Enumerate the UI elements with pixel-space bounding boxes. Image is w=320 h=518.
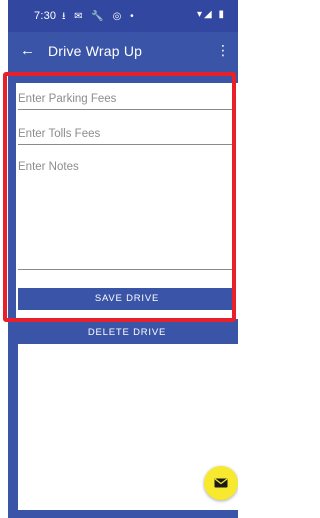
more-vertical-icon[interactable]: ⋮ (216, 42, 230, 59)
page-title: Drive Wrap Up (48, 43, 143, 59)
arrow-left-icon[interactable]: ← (20, 42, 35, 59)
status-time: 7:30 (34, 10, 57, 22)
phone-screen: 7:30 ⭳ ✉ 🔧 ◎ • ▾◢ ▮ ← Drive Wrap Up ⋮ SA… (0, 0, 246, 518)
compose-fab-button[interactable] (204, 466, 238, 500)
bottom-bar (16, 510, 246, 518)
status-notification-icons: ⭳ ✉ 🔧 ◎ • (62, 11, 137, 22)
parking-fees-input[interactable] (18, 91, 236, 110)
delete-drive-button[interactable]: DELETE DRIVE (16, 324, 238, 342)
tolls-fees-input[interactable] (18, 126, 236, 145)
frame-left (0, 0, 8, 518)
status-system-icons: ▾◢ ▮ (197, 9, 226, 20)
notes-input[interactable] (18, 161, 236, 270)
app-bar: ← Drive Wrap Up ⋮ (8, 32, 238, 72)
drive-wrapup-form: SAVE DRIVE (16, 83, 238, 319)
app-screen: 7:30 ⭳ ✉ 🔧 ◎ • ▾◢ ▮ ← Drive Wrap Up ⋮ SA… (8, 0, 246, 518)
status-bar: 7:30 ⭳ ✉ 🔧 ◎ • ▾◢ ▮ (8, 0, 238, 32)
mail-icon (214, 478, 228, 488)
frame-right (238, 0, 246, 518)
save-drive-button[interactable]: SAVE DRIVE (18, 288, 236, 310)
